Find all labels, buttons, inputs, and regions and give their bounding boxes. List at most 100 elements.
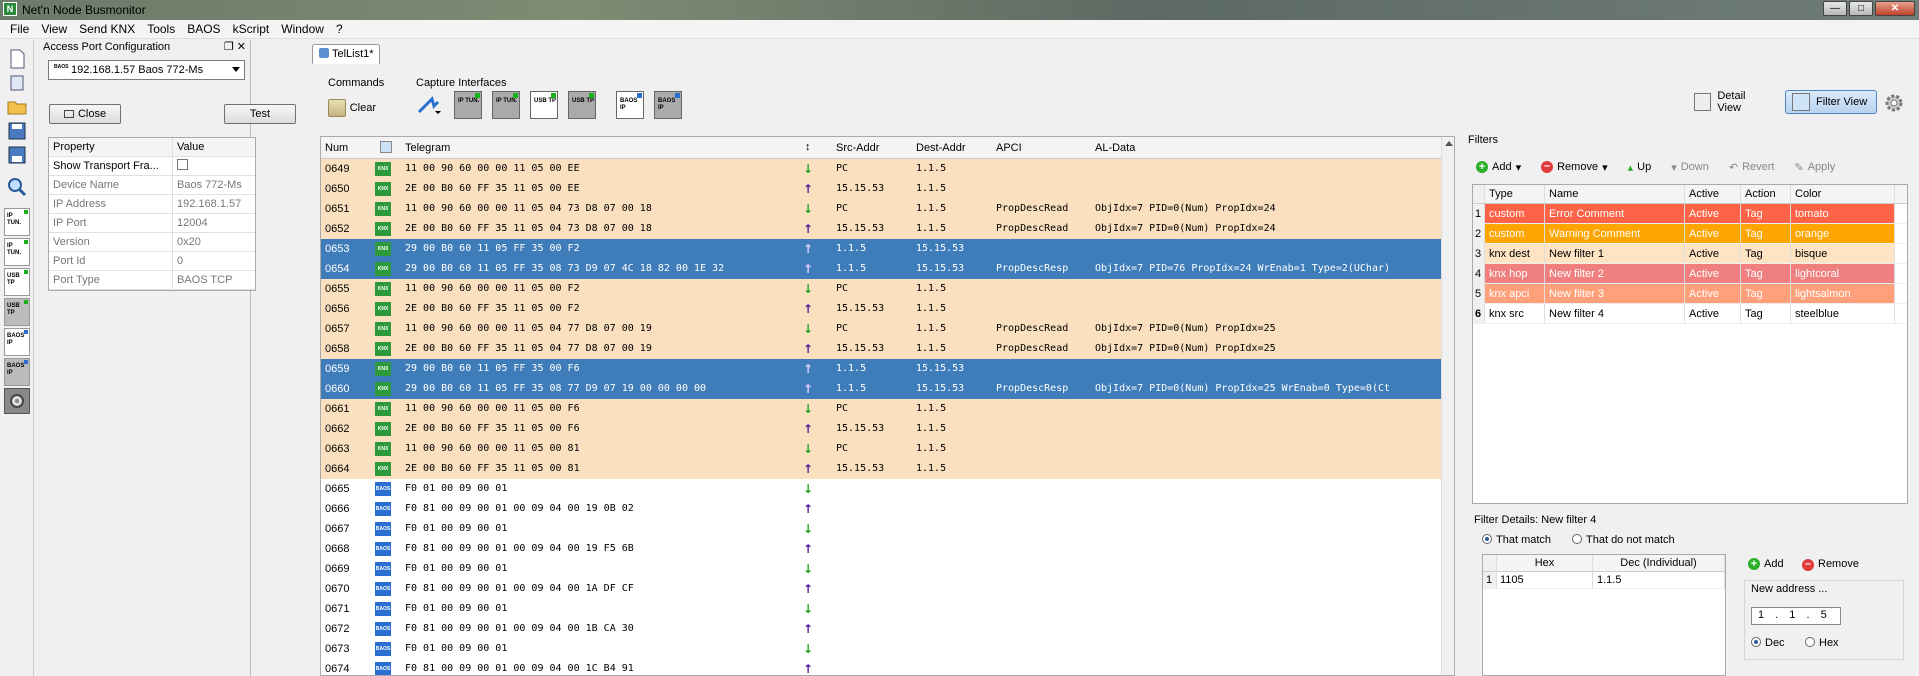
filter-add-button[interactable]: + Add ▾ xyxy=(1476,161,1521,174)
clear-button[interactable]: Clear xyxy=(328,96,376,120)
telegram-row[interactable]: 0651 KNX 11 00 90 60 00 00 11 05 04 73 D8 … xyxy=(321,199,1442,219)
telegram-row[interactable]: 0669 BAOS F0 01 00 09 00 01 ↓ xyxy=(321,559,1442,579)
filter-row[interactable]: 4 knx hop New filter 2 Active Tag lightcoral xyxy=(1473,264,1907,284)
telegram-row[interactable]: 0672 BAOS F0 81 00 09 00 01 00 09 04 00 1B… xyxy=(321,619,1442,639)
hex-radio[interactable]: Hex xyxy=(1805,637,1839,649)
close-window-button[interactable]: ✕ xyxy=(1875,1,1915,16)
telegram-row[interactable]: 0657 KNX 11 00 90 60 00 00 11 05 04 77 D8 … xyxy=(321,319,1442,339)
filter-down-button[interactable]: ▾ Down xyxy=(1671,161,1709,174)
capture-baos-ip-1-button[interactable]: BAOS IP xyxy=(616,91,644,119)
telegram-row[interactable]: 0667 BAOS F0 01 00 09 00 01 ↓ xyxy=(321,519,1442,539)
dec-radio[interactable]: Dec xyxy=(1751,637,1785,649)
filter-revert-button[interactable]: ↶ Revert xyxy=(1729,161,1775,174)
left-cap-usb-tp-2[interactable]: USB TP xyxy=(4,298,30,326)
filter-remove-button[interactable]: – Remove ▾ xyxy=(1541,161,1608,174)
expand-all-icon[interactable] xyxy=(380,141,392,153)
maximize-button[interactable]: □ xyxy=(1849,1,1873,16)
telegram-row[interactable]: 0670 BAOS F0 81 00 09 00 01 00 09 04 00 1A… xyxy=(321,579,1442,599)
menu-help[interactable]: ? xyxy=(330,22,349,36)
address-remove-button[interactable]: – Remove xyxy=(1802,558,1859,571)
chevron-down-icon[interactable] xyxy=(232,67,240,72)
filter-apply-button[interactable]: ✎ Apply xyxy=(1794,161,1835,174)
capture-baos-ip-2-button[interactable]: BAOS IP xyxy=(654,91,682,119)
filter-row[interactable]: 2 custom Warning Comment Active Tag orange xyxy=(1473,224,1907,244)
col-telegram-header[interactable]: Telegram xyxy=(405,142,450,154)
hex-column-header[interactable]: Hex xyxy=(1497,555,1593,571)
telegram-row[interactable]: 0668 BAOS F0 81 00 09 00 01 00 09 04 00 19… xyxy=(321,539,1442,559)
telegram-row[interactable]: 0661 KNX 11 00 90 60 00 00 11 05 00 F6 ↓ PC 1… xyxy=(321,399,1442,419)
telegram-row[interactable]: 0654 KNX 29 00 B0 60 11 05 FF 35 08 73 D9 … xyxy=(321,259,1442,279)
filter-col-color[interactable]: Color xyxy=(1791,185,1895,203)
filter-col-name[interactable]: Name xyxy=(1545,185,1685,203)
that-match-radio[interactable]: That match xyxy=(1482,534,1551,546)
scroll-icon[interactable] xyxy=(4,70,30,96)
new-address-input[interactable]: 1 . 1 . 5 xyxy=(1751,607,1841,625)
telegram-row[interactable]: 0663 KNX 11 00 90 60 00 00 11 05 00 81 ↓ PC 1… xyxy=(321,439,1442,459)
capture-ip-tun-1-button[interactable]: IP TUN. xyxy=(454,91,482,119)
telegram-row[interactable]: 0656 KNX 2E 00 B0 60 FF 35 11 05 00 F2 ↑ 15.… xyxy=(321,299,1442,319)
capture-ip-tun-2-button[interactable]: IP TUN. xyxy=(492,91,520,119)
telegram-row[interactable]: 0673 BAOS F0 01 00 09 00 01 ↓ xyxy=(321,639,1442,659)
address-hex-cell[interactable]: 1105 xyxy=(1497,572,1593,588)
menu-view[interactable]: View xyxy=(35,22,73,36)
search-icon[interactable] xyxy=(4,174,30,200)
telegram-row[interactable]: 0653 KNX 29 00 B0 60 11 05 FF 35 00 F2 ↑ 1.1… xyxy=(321,239,1442,259)
menu-window[interactable]: Window xyxy=(275,22,330,36)
menu-tools[interactable]: Tools xyxy=(141,22,181,36)
telegram-row[interactable]: 0649 KNX 11 00 90 60 00 00 11 05 00 EE ↓ PC 1… xyxy=(321,159,1442,179)
menu-kscript[interactable]: kScript xyxy=(227,22,276,36)
menu-send-knx[interactable]: Send KNX xyxy=(73,22,141,36)
telegram-row[interactable]: 0662 KNX 2E 00 B0 60 FF 35 11 05 00 F6 ↑ 15.… xyxy=(321,419,1442,439)
telegram-row[interactable]: 0674 BAOS F0 81 00 09 00 01 00 09 04 00 1C… xyxy=(321,659,1442,675)
left-cap-ip-tun-1[interactable]: IP TUN. xyxy=(4,208,30,236)
telegram-row[interactable]: 0659 KNX 29 00 B0 60 11 05 FF 35 00 F6 ↑ 1.1… xyxy=(321,359,1442,379)
left-cap-usb-tp-1[interactable]: USB TP xyxy=(4,268,30,296)
filter-col-action[interactable]: Action xyxy=(1741,185,1791,203)
telegram-row[interactable]: 0652 KNX 2E 00 B0 60 FF 35 11 05 04 73 D8 … xyxy=(321,219,1442,239)
save-as-icon[interactable] xyxy=(4,142,30,168)
left-cap-baos-ip-1[interactable]: BAOS IP xyxy=(4,328,30,356)
telegram-row[interactable]: 0658 KNX 2E 00 B0 60 FF 35 11 05 04 77 D8 … xyxy=(321,339,1442,359)
dec-column-header[interactable]: Dec (Individual) xyxy=(1593,555,1725,571)
close-port-button[interactable]: Close xyxy=(49,104,121,124)
left-cap-ip-tun-2[interactable]: IP TUN. xyxy=(4,238,30,266)
col-src-header[interactable]: Src-Addr xyxy=(836,142,879,154)
tab-tellist1[interactable]: TelList1* xyxy=(312,44,380,64)
show-transport-frames-checkbox[interactable] xyxy=(173,159,188,173)
capture-usb-tp-2-button[interactable]: USB TP xyxy=(568,91,596,119)
capture-usb-tp-1-button[interactable]: USB TP xyxy=(530,91,558,119)
telegram-row[interactable]: 0655 KNX 11 00 90 60 00 00 11 05 00 F2 ↓ PC 1… xyxy=(321,279,1442,299)
panel-float-close-icon[interactable]: ❐ ✕ xyxy=(224,40,246,53)
filter-row[interactable]: 1 custom Error Comment Active Tag tomato xyxy=(1473,204,1907,224)
minimize-button[interactable]: — xyxy=(1823,1,1847,16)
telegram-row[interactable]: 0660 KNX 29 00 B0 60 11 05 FF 35 08 77 D9 … xyxy=(321,379,1442,399)
filter-up-button[interactable]: ▴ Up xyxy=(1628,161,1652,174)
open-folder-icon[interactable] xyxy=(4,94,30,120)
capture-start-icon[interactable] xyxy=(416,94,444,118)
telegram-row[interactable]: 0664 KNX 2E 00 B0 60 FF 35 11 05 00 81 ↑ 15.… xyxy=(321,459,1442,479)
filter-row[interactable]: 3 knx dest New filter 1 Active Tag bisque xyxy=(1473,244,1907,264)
telegram-row[interactable]: 0666 BAOS F0 81 00 09 00 01 00 09 04 00 19… xyxy=(321,499,1442,519)
address-dec-cell[interactable]: 1.1.5 xyxy=(1593,572,1725,588)
filter-col-active[interactable]: Active xyxy=(1685,185,1741,203)
filter-view-button[interactable]: Filter View xyxy=(1785,90,1877,114)
telegram-row[interactable]: 0665 BAOS F0 01 00 09 00 01 ↓ xyxy=(321,479,1442,499)
settings-gear-icon[interactable] xyxy=(1883,92,1905,114)
detail-view-button[interactable]: Detail View xyxy=(1688,90,1776,114)
col-dest-header[interactable]: Dest-Addr xyxy=(916,142,966,154)
save-icon[interactable] xyxy=(4,118,30,144)
col-aldata-header[interactable]: AL-Data xyxy=(1095,142,1135,154)
col-num-header[interactable]: Num xyxy=(325,142,348,154)
left-cap-baos-ip-2[interactable]: BAOS IP xyxy=(4,358,30,386)
settings-gear-icon[interactable] xyxy=(4,388,30,414)
filter-row[interactable]: 5 knx apci New filter 3 Active Tag lightsalmo… xyxy=(1473,284,1907,304)
telegram-row[interactable]: 0671 BAOS F0 01 00 09 00 01 ↓ xyxy=(321,599,1442,619)
test-port-button[interactable]: Test xyxy=(224,104,296,124)
address-row[interactable]: 1 1105 1.1.5 xyxy=(1483,572,1725,589)
menu-baos[interactable]: BAOS xyxy=(181,22,226,36)
telegram-vertical-scrollbar[interactable] xyxy=(1441,137,1454,675)
filter-row[interactable]: 6 knx src New filter 4 Active Tag steelblue xyxy=(1473,304,1907,324)
new-file-icon[interactable] xyxy=(4,46,30,72)
col-direction-header[interactable]: ↕ xyxy=(805,141,811,153)
menu-file[interactable]: File xyxy=(4,22,35,36)
